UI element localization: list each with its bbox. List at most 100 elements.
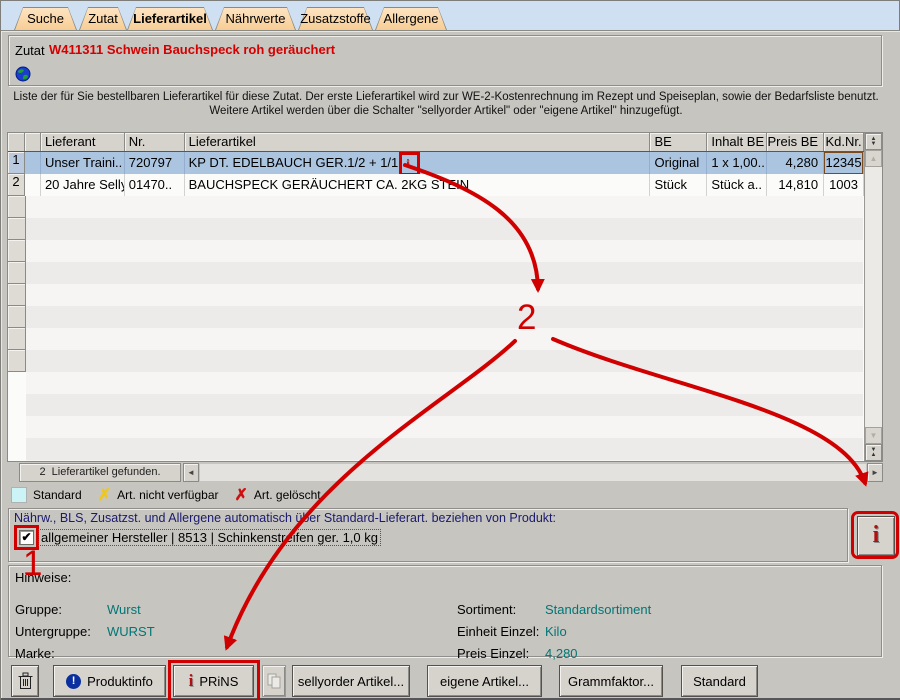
hinweise-box: Hinweise: Gruppe:Wurst Untergruppe:WURST…	[8, 565, 882, 657]
tab-naehrwerte[interactable]: Nährwerte	[215, 7, 296, 30]
tab-label: Lieferartikel	[127, 7, 213, 30]
scroll-down-icon[interactable]: ▼	[865, 427, 882, 444]
status-cell	[25, 174, 41, 196]
sellyorder-artikel-button[interactable]: sellyorder Artikel...	[292, 665, 410, 697]
legend-standard-label: Standard	[33, 488, 82, 502]
detail-einheit-einzel: Einheit Einzel:Kilo	[457, 624, 567, 639]
cell-be[interactable]: Original	[650, 152, 707, 174]
lieferartikel-table: Lieferant Nr. Lieferartikel BE Inhalt BE…	[7, 132, 883, 462]
standard-source-checkbox[interactable]: ✔	[19, 530, 34, 545]
globe-icon[interactable]	[15, 66, 31, 82]
table-row[interactable]: 2 20 Jahre Selly.. 01470.. BAUCHSPECK GE…	[8, 174, 864, 196]
cell-preis-be[interactable]: 4,280	[767, 152, 824, 174]
standard-product-label[interactable]: allgemeiner Hersteller | 8513 | Schinken…	[38, 529, 381, 546]
cell-lieferant[interactable]: Unser Traini..	[41, 152, 125, 174]
col-header-lieferant[interactable]: Lieferant	[41, 133, 125, 152]
cell-be[interactable]: Stück	[650, 174, 707, 196]
detail-marke: Marke:	[15, 646, 107, 661]
annotation-step-2: 2	[517, 298, 536, 338]
cell-kdnr[interactable]: 12345	[824, 152, 864, 174]
col-header-inhalt-be[interactable]: Inhalt BE	[707, 133, 767, 152]
detail-sortiment: Sortiment:Standardsortiment	[457, 602, 651, 617]
prins-button[interactable]: i PRiNS	[173, 665, 254, 697]
application-window: Suche Zutat Lieferartikel Nährwerte Zusa…	[0, 0, 900, 700]
main-panel: Zutat W411311 Schwein Bauchspeck roh ger…	[1, 30, 900, 700]
legend-unavailable-label: Art. nicht verfügbar	[117, 488, 218, 502]
cell-preis-be[interactable]: 14,810	[767, 174, 824, 196]
zutat-header-box: Zutat W411311 Schwein Bauchspeck roh ger…	[8, 35, 882, 86]
eigene-artikel-button[interactable]: eigene Artikel...	[427, 665, 542, 697]
tab-bar: Suche Zutat Lieferartikel Nährwerte Zusa…	[1, 1, 899, 30]
cell-inhalt-be[interactable]: Stück a..	[707, 174, 767, 196]
tab-label: Suche	[14, 7, 77, 30]
artikel-info-icon[interactable]: i	[406, 158, 415, 168]
vertical-scrollbar[interactable]: ▲▼ ▲ ▼ ▼▲	[864, 133, 882, 461]
scroll-split-icon[interactable]: ▼▲	[865, 444, 882, 461]
cell-nr[interactable]: 720797	[125, 152, 185, 174]
scroll-split-icon[interactable]: ▲▼	[865, 133, 882, 150]
zutat-name: W411311 Schwein Bauchspeck roh geräucher…	[49, 42, 335, 57]
legend-deleted-icon: ✗	[235, 485, 248, 505]
groupbox-caption: Nährw., BLS, Zusatzst. und Allergene aut…	[14, 511, 556, 525]
col-header-kdnr[interactable]: Kd.Nr.	[824, 133, 864, 152]
scroll-left-icon[interactable]: ◄	[183, 463, 199, 482]
table-empty-area	[26, 196, 863, 461]
scrollbar-track[interactable]	[865, 167, 882, 427]
tab-zusatzstoffe[interactable]: Zusatzstoffe	[298, 7, 373, 30]
tab-suche[interactable]: Suche	[14, 7, 77, 30]
table-row[interactable]: 1 Unser Traini.. 720797 KP DT. EDELBAUCH…	[8, 152, 864, 174]
cell-kdnr[interactable]: 1003	[824, 174, 864, 196]
annotation-step-1: 1	[23, 544, 42, 584]
detail-preis-einzel: Preis Einzel:4,280	[457, 646, 578, 661]
row-number[interactable]: 1	[8, 152, 25, 174]
list-description: Liste der für Sie bestellbaren Lieferart…	[7, 90, 885, 118]
legend: Standard ✗ Art. nicht verfügbar ✗ Art. g…	[11, 486, 321, 504]
button-label: Produktinfo	[87, 674, 153, 689]
tab-label: Allergene	[375, 7, 447, 30]
col-header-be[interactable]: BE	[650, 133, 707, 152]
button-label: sellyorder Artikel...	[298, 674, 404, 689]
delete-button[interactable]	[11, 665, 39, 697]
cell-lieferant[interactable]: 20 Jahre Selly..	[41, 174, 125, 196]
cell-inhalt-be[interactable]: 1 x 1,00..	[707, 152, 767, 174]
annotation-box-info-button	[851, 511, 899, 559]
tab-label: Zutat	[79, 7, 127, 30]
legend-deleted-label: Art. gelöscht	[254, 488, 321, 502]
trash-icon	[18, 672, 33, 690]
detail-gruppe: Gruppe:Wurst	[15, 602, 141, 617]
col-header-nr[interactable]: Nr.	[125, 133, 185, 152]
product-info-button[interactable]: i	[857, 516, 895, 556]
copy-button[interactable]	[262, 665, 286, 697]
info-circle-icon: !	[66, 674, 81, 689]
tab-lieferartikel[interactable]: Lieferartikel	[127, 7, 213, 30]
tab-allergene[interactable]: Allergene	[375, 7, 447, 30]
tab-label: Nährwerte	[215, 7, 296, 30]
table-status-row: 2 Lieferartikel gefunden. ◄ ►	[7, 463, 883, 482]
annotation-box-prins	[168, 660, 260, 700]
detail-untergruppe: Untergruppe:WURST	[15, 624, 155, 639]
cell-lieferartikel[interactable]: BAUCHSPECK GERÄUCHERT CA. 2KG STEIN	[185, 174, 651, 196]
scroll-up-icon[interactable]: ▲	[865, 150, 882, 167]
status-cell	[25, 152, 41, 174]
col-header-status[interactable]	[25, 133, 41, 152]
button-label: Grammfaktor...	[568, 674, 654, 689]
cell-nr[interactable]: 01470..	[125, 174, 185, 196]
col-header-lieferartikel[interactable]: Lieferartikel	[185, 133, 651, 152]
col-header-rownum[interactable]	[8, 133, 25, 152]
produktinfo-button[interactable]: ! Produktinfo	[53, 665, 166, 697]
button-label: Standard	[693, 674, 746, 689]
grammfaktor-button[interactable]: Grammfaktor...	[559, 665, 663, 697]
tab-label: Zusatzstoffe	[298, 7, 373, 30]
zutat-label: Zutat	[15, 43, 45, 58]
row-number[interactable]: 2	[8, 174, 25, 196]
tab-zutat[interactable]: Zutat	[79, 7, 127, 30]
scroll-right-icon[interactable]: ►	[867, 463, 883, 482]
standard-button[interactable]: Standard	[681, 665, 758, 697]
hscrollbar-track[interactable]	[200, 464, 866, 481]
cell-lieferartikel[interactable]: KP DT. EDELBAUCH GER.1/2 + 1/1i	[185, 152, 651, 174]
button-label: eigene Artikel...	[440, 674, 529, 689]
annotation-box-row-info	[399, 152, 420, 174]
col-header-preis-be[interactable]: Preis BE	[767, 133, 824, 152]
copy-icon	[267, 673, 281, 689]
table-header-row: Lieferant Nr. Lieferartikel BE Inhalt BE…	[8, 133, 864, 152]
